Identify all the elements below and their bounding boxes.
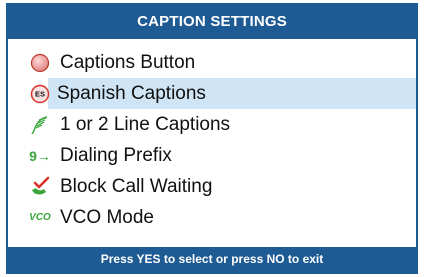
es-badge-text: ES xyxy=(35,89,45,98)
settings-menu: Captions Button ES Spanish Captions 1 or… xyxy=(8,47,416,233)
menu-item-dialing-prefix[interactable]: 9→ Dialing Prefix xyxy=(8,140,416,171)
menu-item-label: Spanish Captions xyxy=(57,82,206,104)
nine-arrow-icon: 9→ xyxy=(29,145,51,167)
menu-item-label: VCO Mode xyxy=(60,206,154,228)
menu-item-label: Dialing Prefix xyxy=(60,144,172,166)
menu-item-line-captions[interactable]: 1 or 2 Line Captions xyxy=(8,109,416,140)
nine-arrow-glyph: 9→ xyxy=(29,147,51,164)
menu-item-label: 1 or 2 Line Captions xyxy=(60,113,231,135)
feather-icon xyxy=(29,114,51,136)
menu-item-label: Captions Button xyxy=(60,51,196,73)
menu-item-vco-mode[interactable]: VCO VCO Mode xyxy=(8,202,416,233)
vco-glyph: VCO xyxy=(29,212,51,223)
vco-icon: VCO xyxy=(29,207,51,229)
es-badge-icon: ES xyxy=(29,83,51,105)
menu-item-label: Block Call Waiting xyxy=(60,175,213,197)
menu-item-block-call-waiting[interactable]: Block Call Waiting xyxy=(8,171,416,202)
phone-check-icon xyxy=(29,176,51,198)
panel-title: CAPTION SETTINGS xyxy=(8,5,416,39)
instruction-bar: Press YES to select or press NO to exit xyxy=(8,247,416,272)
caption-settings-panel: CAPTION SETTINGS Captions Button ES Span… xyxy=(6,3,418,274)
record-button-icon xyxy=(29,52,51,74)
menu-item-captions-button[interactable]: Captions Button xyxy=(8,47,416,78)
menu-item-spanish-captions[interactable]: ES Spanish Captions xyxy=(30,78,416,109)
